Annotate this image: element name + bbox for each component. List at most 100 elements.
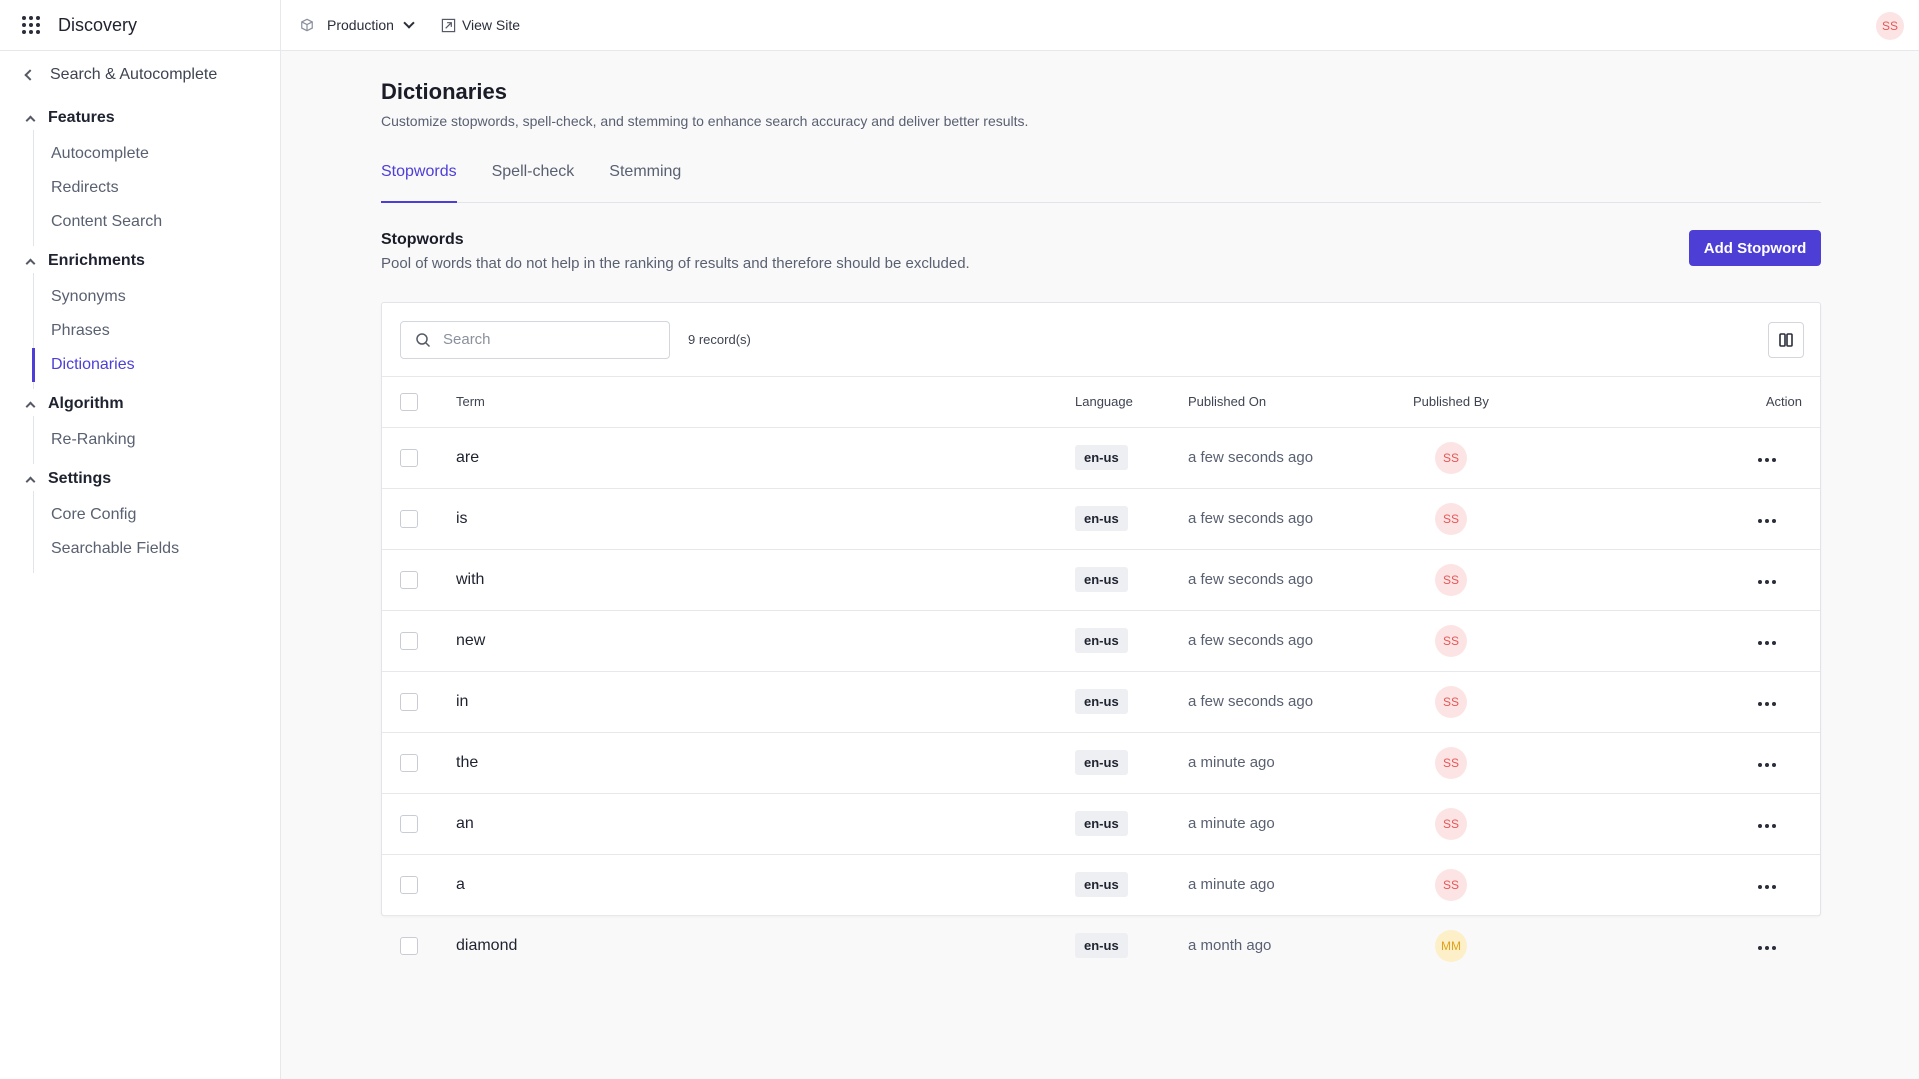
environment-label: Production [327,17,394,33]
sidebar-item-synonyms[interactable]: Synonyms [34,280,280,314]
table-row[interactable]: is en-us a few seconds ago SS [382,488,1820,550]
section-toggle-enrichments[interactable]: Enrichments [0,249,280,273]
more-actions-icon[interactable] [1758,762,1776,767]
language-cell: en-us [1075,549,1188,611]
section-toggle-settings[interactable]: Settings [0,467,280,491]
published-on-cell: a minute ago [1188,793,1413,855]
table-row[interactable]: a en-us a minute ago SS [382,854,1820,916]
search-input[interactable] [443,331,643,348]
published-on-cell: a few seconds ago [1188,549,1413,611]
action-cell [1683,549,1820,611]
table-row[interactable]: diamond en-us a month ago MM [382,915,1820,976]
published-by-cell: SS [1413,427,1683,489]
header-select-all [382,377,456,428]
column-header-published-on[interactable]: Published On [1188,377,1413,428]
published-on-cell: a few seconds ago [1188,610,1413,672]
sidebar-item-autocomplete[interactable]: Autocomplete [34,137,280,171]
more-actions-icon[interactable] [1758,945,1776,950]
language-badge: en-us [1075,750,1128,775]
published-on-cell: a few seconds ago [1188,671,1413,733]
language-cell: en-us [1075,610,1188,672]
tab-spell-check[interactable]: Spell-check [492,159,575,203]
sidebar-item-content-search[interactable]: Content Search [34,205,280,239]
more-actions-icon[interactable] [1758,579,1776,584]
table-toolbar: 9 record(s) [382,303,1820,377]
table-row[interactable]: the en-us a minute ago SS [382,732,1820,794]
top-bar: Production View Site SS [281,0,1919,51]
more-actions-icon[interactable] [1758,457,1776,462]
term-cell: the [456,732,1075,794]
view-site-link[interactable]: View Site [441,17,520,33]
stopwords-table-card: 9 record(s) Term Language Published On P… [381,302,1821,962]
sidebar-item-re-ranking[interactable]: Re-Ranking [34,423,280,457]
column-header-language[interactable]: Language [1075,377,1188,428]
more-actions-icon[interactable] [1758,701,1776,706]
more-actions-icon[interactable] [1758,518,1776,523]
sidebar-item-dictionaries[interactable]: Dictionaries [32,348,280,382]
section-label: Enrichments [48,252,145,269]
nav-section-features: Features Autocomplete Redirects Content … [0,106,280,246]
tab-stopwords[interactable]: Stopwords [381,159,457,203]
row-checkbox[interactable] [400,692,418,711]
sidebar-item-searchable-fields[interactable]: Searchable Fields [34,532,280,566]
publisher-avatar: SS [1435,624,1467,657]
row-select-cell [382,915,456,976]
sidebar-item-redirects[interactable]: Redirects [34,171,280,205]
tab-stemming[interactable]: Stemming [609,159,681,203]
row-checkbox[interactable] [400,936,418,955]
row-select-cell [382,549,456,611]
app-grid-icon[interactable] [22,16,40,34]
row-checkbox[interactable] [400,509,418,528]
nav-section-algorithm: Algorithm Re-Ranking [0,392,280,464]
section-title: Stopwords [381,231,464,248]
section-label: Algorithm [48,395,124,412]
table-row[interactable]: new en-us a few seconds ago SS [382,610,1820,672]
action-cell [1683,732,1820,794]
table-header-row: Term Language Published On Published By … [382,377,1820,428]
section-toggle-algorithm[interactable]: Algorithm [0,392,280,416]
back-link-label: Search & Autocomplete [50,66,218,83]
more-actions-icon[interactable] [1758,823,1776,828]
sidebar-item-core-config[interactable]: Core Config [34,498,280,532]
publisher-avatar: SS [1435,685,1467,718]
action-cell [1683,488,1820,550]
row-checkbox[interactable] [400,814,418,833]
column-header-term[interactable]: Term [456,377,1075,428]
table-row[interactable]: in en-us a few seconds ago SS [382,671,1820,733]
language-badge: en-us [1075,506,1128,531]
search-icon [416,332,431,347]
row-checkbox[interactable] [400,753,418,772]
publisher-avatar: SS [1435,868,1467,901]
action-cell [1683,610,1820,672]
publisher-avatar: SS [1435,746,1467,779]
section-toggle-features[interactable]: Features [0,106,280,130]
row-checkbox[interactable] [400,631,418,650]
select-all-checkbox[interactable] [400,392,418,411]
published-by-cell: SS [1413,793,1683,855]
back-link[interactable]: Search & Autocomplete [24,66,218,84]
more-actions-icon[interactable] [1758,884,1776,889]
page-title: Dictionaries [381,79,507,104]
language-badge: en-us [1075,933,1128,959]
table-row[interactable]: with en-us a few seconds ago SS [382,549,1820,611]
table-row[interactable]: are en-us a few seconds ago SS [382,427,1820,489]
more-actions-icon[interactable] [1758,640,1776,645]
user-avatar[interactable]: SS [1876,12,1904,40]
table-row[interactable]: an en-us a minute ago SS [382,793,1820,855]
column-header-published-by[interactable]: Published By [1413,377,1683,428]
chevron-up-icon [25,258,36,268]
column-settings-button[interactable] [1768,322,1804,358]
row-select-cell [382,671,456,733]
row-checkbox[interactable] [400,448,418,467]
sidebar-item-phrases[interactable]: Phrases [34,314,280,348]
published-by-cell: SS [1413,610,1683,672]
add-stopword-button[interactable]: Add Stopword [1689,230,1821,266]
publisher-avatar: SS [1435,807,1467,840]
section-label: Settings [48,470,112,487]
chevron-up-icon [25,476,36,486]
row-checkbox[interactable] [400,570,418,589]
row-checkbox[interactable] [400,875,418,894]
environment-dropdown[interactable]: Production [300,17,415,33]
sidebar-nav: Features Autocomplete Redirects Content … [0,106,280,576]
external-link-icon [441,18,456,32]
